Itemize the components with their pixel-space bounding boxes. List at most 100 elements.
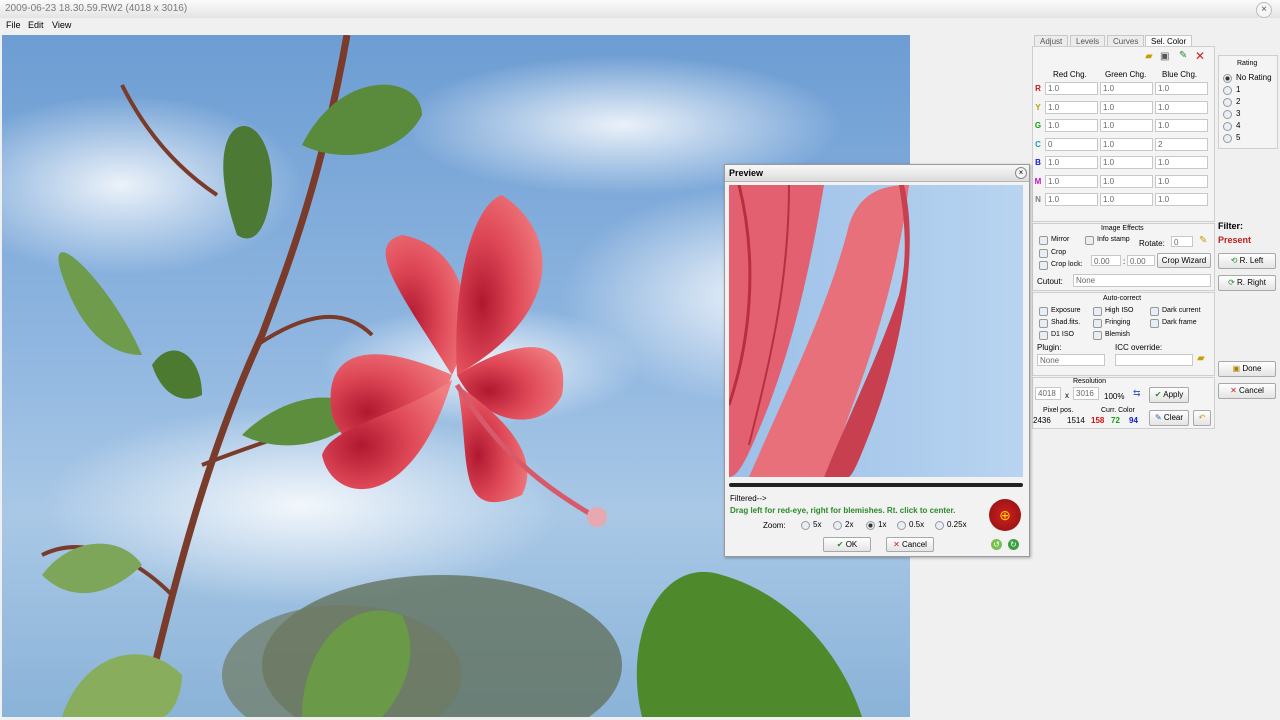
red-eye-tool-icon[interactable]: ⊕ — [989, 499, 1021, 531]
auto-correct-checkbox[interactable] — [1093, 307, 1102, 316]
check-icon: ✔ — [836, 540, 844, 549]
preview-ok-button[interactable]: ✔ OK — [823, 537, 871, 552]
menu-file[interactable]: File — [6, 20, 21, 30]
chg-input-r-red[interactable]: 1.0 — [1045, 82, 1098, 95]
zoom-radio[interactable] — [866, 521, 875, 530]
zoom-radio[interactable] — [897, 521, 906, 530]
rating-radio[interactable] — [1223, 110, 1232, 119]
chg-input-y-blue[interactable]: 1.0 — [1155, 100, 1208, 114]
chg-input-c-blue[interactable]: 2 — [1155, 137, 1208, 151]
auto-correct-label: Exposure — [1051, 307, 1081, 314]
rating-radio[interactable] — [1223, 98, 1232, 107]
chg-input-n-blue[interactable]: 1.0 — [1155, 193, 1208, 206]
preview-title: Preview — [729, 168, 764, 178]
preview-image[interactable] — [729, 185, 1023, 477]
menu-view[interactable]: View — [52, 20, 71, 30]
auto-correct-checkbox[interactable] — [1039, 319, 1048, 328]
preview-scrollbar[interactable] — [729, 483, 1023, 487]
chg-input-g-green[interactable]: 1.0 — [1100, 119, 1153, 132]
height-input[interactable]: 3016 — [1073, 387, 1099, 400]
rotate-right-button[interactable]: ⟳ R. Right — [1218, 275, 1276, 291]
reset-x-icon[interactable]: ✕ — [1195, 49, 1205, 63]
chg-input-m-green[interactable]: 1.0 — [1100, 174, 1153, 188]
rating-radio[interactable] — [1223, 122, 1232, 131]
zoom-option-label: 0.25x — [947, 520, 967, 529]
zoom-radio[interactable] — [833, 521, 842, 530]
chg-input-n-red[interactable]: 1.0 — [1045, 193, 1098, 206]
chg-input-m-blue[interactable]: 1.0 — [1155, 174, 1208, 188]
info-stamp-label: Info stamp — [1097, 236, 1130, 243]
crop-ratio-a[interactable]: 0.00 — [1091, 255, 1121, 266]
rating-radio[interactable] — [1223, 86, 1232, 95]
crop-checkbox[interactable] — [1039, 249, 1048, 258]
auto-correct-checkbox[interactable] — [1039, 331, 1048, 340]
auto-correct-checkbox[interactable] — [1150, 307, 1159, 316]
chg-input-n-green[interactable]: 1.0 — [1100, 193, 1153, 206]
icc-override-input[interactable] — [1115, 354, 1193, 366]
width-input[interactable]: 4018 — [1035, 387, 1061, 400]
row-label-b: B — [1035, 158, 1041, 167]
open-folder-icon[interactable]: ▰ — [1197, 353, 1205, 364]
auto-correct-checkbox[interactable] — [1039, 307, 1048, 316]
pixel-x-value: 2436 — [1033, 416, 1051, 425]
crop-wizard-button[interactable]: Crop Wizard — [1157, 253, 1211, 268]
rotate-left-button[interactable]: ⟲ R. Left — [1218, 253, 1276, 269]
link-icon[interactable]: ⇆ — [1133, 388, 1141, 399]
window-close-icon[interactable]: × — [1256, 2, 1272, 18]
plugin-select[interactable]: None — [1037, 354, 1105, 366]
chg-input-m-red[interactable]: 1.0 — [1045, 174, 1098, 188]
save-icon[interactable]: ▣ — [1160, 51, 1169, 62]
info-stamp-checkbox[interactable] — [1085, 236, 1094, 245]
icc-override-label: ICC override: — [1115, 343, 1163, 352]
chg-input-g-red[interactable]: 1.0 — [1045, 119, 1098, 132]
window-title: 2009-06-23 18.30.59.RW2 (4018 x 3016) — [5, 3, 188, 14]
chg-input-b-green[interactable]: 1.0 — [1100, 156, 1153, 169]
crop-label: Crop — [1051, 249, 1067, 256]
rating-title: Rating — [1237, 60, 1258, 67]
clear-button[interactable]: ✎ Clear — [1149, 410, 1189, 426]
rotate-label: Rotate: — [1139, 239, 1165, 248]
apply-button[interactable]: ✔ Apply — [1149, 387, 1189, 403]
eyedropper-icon[interactable]: ✎ — [1179, 50, 1187, 61]
preview-close-icon[interactable]: × — [1015, 167, 1027, 179]
crop-lock-checkbox[interactable] — [1039, 261, 1048, 270]
cutout-select[interactable]: None — [1073, 274, 1211, 287]
rotate-input[interactable]: 0 — [1171, 236, 1193, 247]
chg-input-b-red[interactable]: 1.0 — [1045, 156, 1098, 169]
rotate-ccw-icon[interactable]: ↺ — [991, 539, 1002, 550]
rating-radio[interactable] — [1223, 74, 1232, 83]
plugin-label: Plugin: — [1037, 343, 1062, 352]
cancel-button[interactable]: ✕ Cancel — [1218, 383, 1276, 399]
crop-ratio-b[interactable]: 0.00 — [1127, 255, 1155, 266]
auto-correct-checkbox[interactable] — [1093, 319, 1102, 328]
auto-correct-checkbox[interactable] — [1150, 319, 1159, 328]
chg-input-r-blue[interactable]: 1.0 — [1155, 82, 1208, 95]
rating-radio[interactable] — [1223, 134, 1232, 143]
row-label-m: M — [1034, 176, 1042, 186]
rotate-cw-icon[interactable]: ↻ — [1008, 539, 1019, 550]
chg-input-y-red[interactable]: 1.0 — [1045, 100, 1098, 114]
chg-input-b-blue[interactable]: 1.0 — [1155, 156, 1208, 169]
preview-cancel-label: Cancel — [902, 540, 927, 549]
zoom-radio[interactable] — [935, 521, 944, 530]
row-label-g: G — [1034, 121, 1042, 130]
chg-input-y-green[interactable]: 1.0 — [1100, 100, 1153, 114]
undo-icon[interactable]: ↶ — [1193, 410, 1211, 426]
chg-input-c-red[interactable]: 0 — [1045, 137, 1098, 151]
menu-edit[interactable]: Edit — [28, 20, 44, 30]
auto-correct-checkbox[interactable] — [1093, 331, 1102, 340]
pencil-icon[interactable]: ✎ — [1199, 235, 1207, 246]
chg-input-r-green[interactable]: 1.0 — [1100, 82, 1153, 95]
done-button[interactable]: ▣ Done — [1218, 361, 1276, 377]
mirror-checkbox[interactable] — [1039, 236, 1048, 245]
apply-label: Apply — [1163, 390, 1184, 399]
chg-input-c-green[interactable]: 1.0 — [1100, 137, 1153, 151]
percent-label: 100% — [1104, 392, 1125, 401]
chg-input-g-blue[interactable]: 1.0 — [1155, 119, 1208, 132]
preview-cancel-button[interactable]: ✕ Cancel — [886, 537, 934, 552]
zoom-radio[interactable] — [801, 521, 810, 530]
curr-color-label: Curr. Color — [1101, 407, 1135, 414]
open-folder-icon[interactable]: ▰ — [1145, 51, 1153, 62]
eraser-icon: ✎ — [1154, 413, 1162, 422]
curr-color-green: 72 — [1111, 416, 1120, 425]
